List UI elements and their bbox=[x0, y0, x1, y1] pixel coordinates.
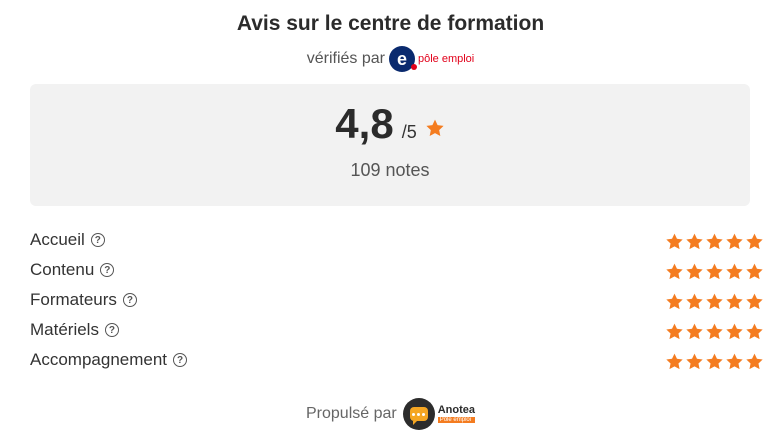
help-circle-icon[interactable]: ? bbox=[122, 293, 137, 307]
criterion-row: Matériels? bbox=[30, 320, 764, 350]
star-icon bbox=[686, 323, 703, 340]
help-circle-icon[interactable]: ? bbox=[104, 323, 119, 337]
star-icon bbox=[726, 293, 743, 310]
star-rating bbox=[665, 232, 764, 251]
star-icon bbox=[746, 233, 763, 250]
star-icon bbox=[726, 323, 743, 340]
score-scale: /5 bbox=[401, 122, 417, 142]
criterion-row: Accueil? bbox=[30, 230, 764, 260]
star-icon bbox=[726, 353, 743, 370]
pole-emploi-logo-mark: e bbox=[388, 46, 417, 72]
score-line: 4,8 /5 bbox=[30, 100, 750, 148]
verified-label: vérifiés par bbox=[306, 50, 385, 67]
criterion-label: Matériels bbox=[30, 320, 99, 339]
star-icon bbox=[686, 233, 703, 250]
powered-label: Propulsé par bbox=[306, 405, 397, 422]
star-icon bbox=[706, 233, 723, 250]
star-icon bbox=[666, 293, 683, 310]
criterion-label: Accompagnement bbox=[30, 350, 168, 369]
star-icon bbox=[746, 263, 763, 280]
rating-count: 109 notes bbox=[350, 160, 430, 180]
page-title: Avis sur le centre de formation bbox=[236, 12, 545, 35]
help-circle-icon[interactable]: ? bbox=[173, 353, 188, 367]
star-icon bbox=[686, 293, 703, 310]
star-icon bbox=[726, 233, 743, 250]
star-icon bbox=[706, 263, 723, 280]
star-icon bbox=[426, 119, 444, 136]
help-circle-icon[interactable]: ? bbox=[90, 233, 105, 247]
criterion-label: Accueil bbox=[30, 230, 85, 249]
star-icon bbox=[666, 323, 683, 340]
star-icon bbox=[666, 233, 683, 250]
star-icon bbox=[686, 263, 703, 280]
star-icon bbox=[726, 263, 743, 280]
star-icon bbox=[746, 353, 763, 370]
star-icon bbox=[706, 293, 723, 310]
verified-by: vérifiés par e pôle emploi bbox=[0, 46, 781, 72]
star-rating bbox=[665, 262, 764, 281]
star-icon bbox=[666, 263, 683, 280]
star-icon bbox=[686, 353, 703, 370]
star-icon bbox=[666, 353, 683, 370]
anotea-brand-sub: Pôle emploi bbox=[437, 417, 475, 423]
powered-by: Propulsé par Anotea Pôle emploi bbox=[0, 398, 781, 430]
average-score: 4,8 bbox=[335, 100, 394, 147]
pole-emploi-logo: e pôle emploi bbox=[388, 46, 475, 72]
criterion-row: Formateurs? bbox=[30, 290, 764, 320]
help-circle-icon[interactable]: ? bbox=[100, 263, 115, 277]
star-icon bbox=[706, 353, 723, 370]
rating-summary-panel: 4,8 /5 109 notes bbox=[30, 84, 750, 206]
star-rating bbox=[665, 352, 764, 371]
criterion-label: Contenu bbox=[30, 260, 95, 279]
star-rating bbox=[665, 322, 764, 341]
star-icon bbox=[746, 293, 763, 310]
star-icon bbox=[746, 323, 763, 340]
criterion-row: Contenu? bbox=[30, 260, 764, 290]
anotea-logo-mark bbox=[402, 398, 435, 430]
star-icon bbox=[706, 323, 723, 340]
criterion-label: Formateurs bbox=[30, 290, 117, 309]
pole-emploi-logo-text: pôle emploi bbox=[417, 53, 475, 65]
anotea-brand-name: Anotea bbox=[437, 404, 475, 416]
anotea-logo[interactable]: Anotea Pôle emploi bbox=[402, 398, 475, 430]
star-rating bbox=[665, 292, 764, 311]
criteria-list: Accueil? Contenu? Formateurs? Matériels? Acc… bbox=[30, 230, 764, 380]
criterion-row: Accompagnement? bbox=[30, 350, 764, 380]
speech-bubble-icon bbox=[409, 407, 428, 425]
